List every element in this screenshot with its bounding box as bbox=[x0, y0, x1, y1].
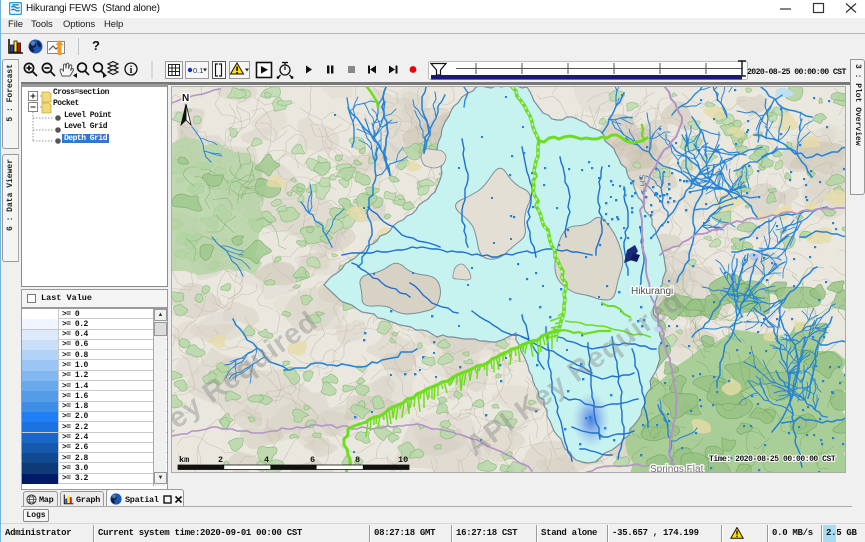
svg-text:2: 2 bbox=[218, 455, 223, 465]
svg-text:6: 6 bbox=[310, 455, 315, 465]
svg-text:Time: 2020-08-25 00:00:00 CST: Time: 2020-08-25 00:00:00 CST bbox=[709, 455, 836, 464]
svg-text:km: km bbox=[179, 455, 189, 465]
svg-text:10: 10 bbox=[398, 455, 408, 465]
svg-text:0.1: 0.1 bbox=[193, 66, 203, 75]
svg-text:4: 4 bbox=[264, 455, 269, 465]
svg-text:i: i bbox=[130, 65, 133, 76]
svg-text:2020-08-25 00:00:00 CST: 2020-08-25 00:00:00 CST bbox=[747, 68, 846, 77]
svg-text:N: N bbox=[182, 93, 189, 104]
svg-text:8: 8 bbox=[355, 455, 360, 465]
svg-text:Springs Flat: Springs Flat bbox=[650, 464, 704, 473]
svg-text:Hikurangi: Hikurangi bbox=[631, 286, 673, 297]
